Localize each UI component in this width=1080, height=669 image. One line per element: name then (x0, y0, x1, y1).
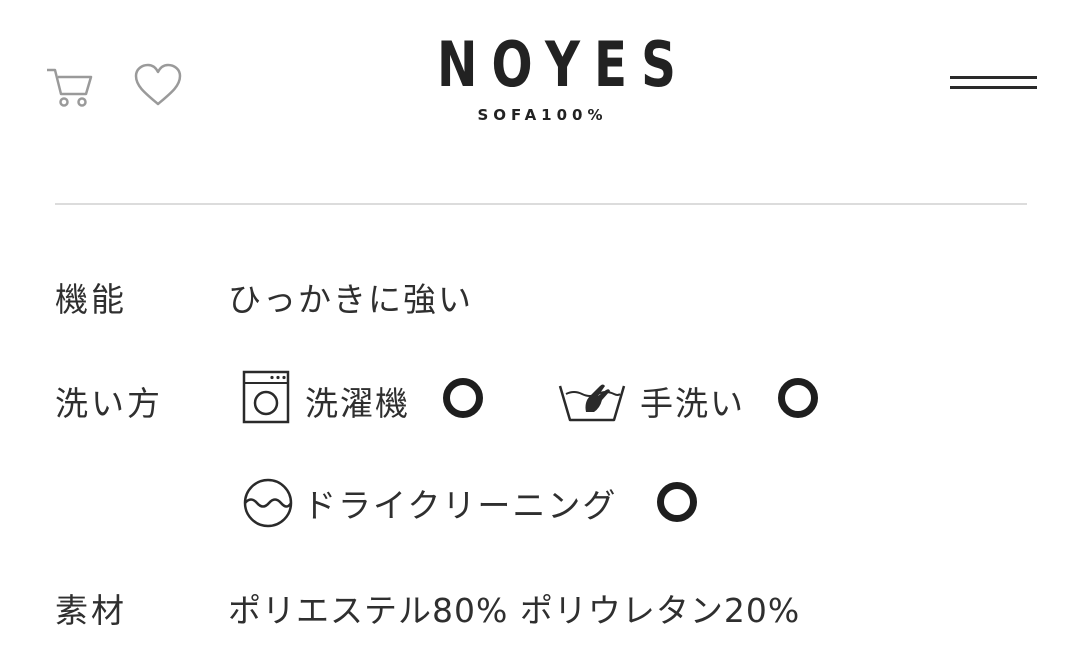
site-header: NOYES SOFA100% (0, 0, 1080, 205)
wash-method-machine-status (443, 378, 483, 418)
menu-line-top (950, 76, 1037, 79)
spec-label-washing: 洗い方 (55, 384, 163, 423)
spec-label-material: 素材 (55, 591, 127, 630)
brand-logo[interactable]: NOYES SOFA100% (390, 28, 690, 125)
header-divider (55, 203, 1027, 205)
hamburger-menu-icon[interactable] (950, 72, 1037, 94)
logo-wordmark: NOYES (437, 28, 690, 101)
spec-value-function: ひっかきに強い (228, 280, 473, 319)
wash-method-hand-label: 手洗い (640, 384, 745, 423)
washing-machine-icon (242, 370, 290, 424)
heart-icon[interactable] (133, 62, 183, 108)
wash-method-dryclean-status (657, 482, 697, 522)
hand-wash-icon (556, 376, 628, 424)
spec-label-function: 機能 (55, 280, 127, 319)
wash-method-machine-label: 洗濯機 (305, 384, 410, 423)
dry-clean-icon (241, 478, 295, 528)
wash-method-hand-status (778, 378, 818, 418)
logo-tagline: SOFA100% (477, 106, 608, 124)
cart-icon[interactable] (44, 62, 94, 108)
menu-line-bottom (950, 86, 1037, 89)
spec-value-material: ポリエステル80% ポリウレタン20% (228, 591, 801, 630)
wash-method-dryclean-label: ドライクリーニング (303, 486, 618, 525)
